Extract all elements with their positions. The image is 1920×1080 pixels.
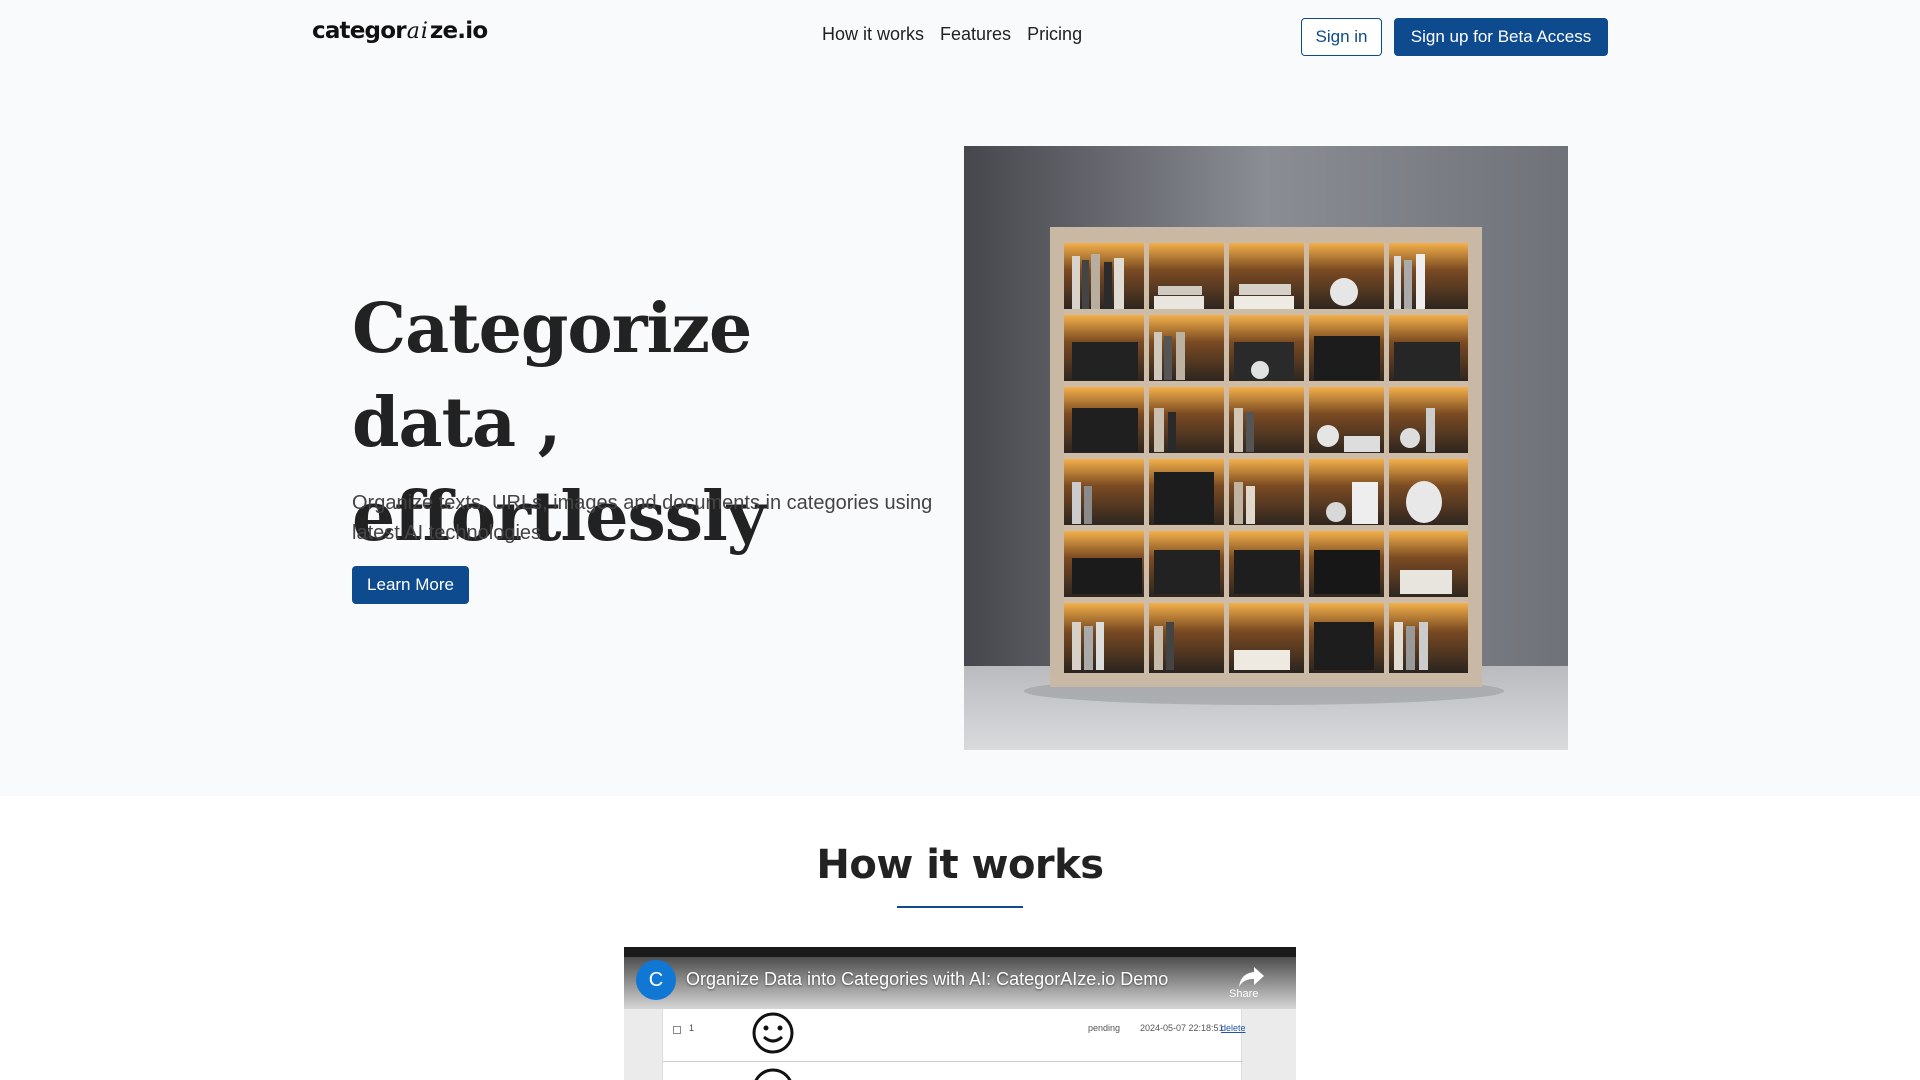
video-title[interactable]: Organize Data into Categories with AI: C… (686, 969, 1168, 990)
channel-avatar[interactable]: C (636, 960, 676, 1000)
bookshelf-image (964, 146, 1568, 750)
title-underline (897, 906, 1023, 908)
hero-subtitle: Organize texts, URLs, images and documen… (352, 492, 933, 544)
row-delete-link: delete (1221, 1023, 1246, 1033)
row-divider (663, 1061, 1243, 1062)
logo-prefix: categor (312, 18, 407, 44)
main-nav: How it works Features Pricing (822, 24, 1082, 45)
bookshelf-illustration (964, 146, 1568, 750)
smiley-icon (752, 1012, 794, 1054)
logo-suffix: ze.io (429, 18, 488, 44)
row-date: 2024-05-07 22:18:51 (1140, 1023, 1224, 1033)
share-label: Share (1229, 988, 1259, 1000)
smiley-icon (754, 1068, 792, 1080)
video-screen-content: 1 pending 2024-05-07 22:18:51 delete (662, 1009, 1246, 1080)
site-header: categor ai ze.io How it works Features Pri… (0, 0, 1920, 74)
sign-in-button[interactable]: Sign in (1301, 18, 1382, 56)
video-topbar (624, 947, 1296, 957)
demo-video[interactable]: 1 pending 2024-05-07 22:18:51 delete C O… (624, 947, 1296, 1080)
row-status: pending (1088, 1023, 1121, 1033)
nav-pricing[interactable]: Pricing (1027, 24, 1082, 45)
hero-section: Categorize data , effortlessly Organize … (0, 74, 1920, 796)
nav-how-it-works[interactable]: How it works (822, 24, 924, 45)
row-checkbox (673, 1026, 681, 1034)
nav-features[interactable]: Features (940, 24, 1011, 45)
logo[interactable]: categor ai ze.io (312, 18, 488, 48)
how-it-works-title: How it works (816, 842, 1104, 888)
row-number: 1 (689, 1023, 695, 1033)
logo-ai: ai (406, 19, 429, 44)
learn-more-button[interactable]: Learn More (352, 566, 469, 604)
sign-up-button[interactable]: Sign up for Beta Access (1394, 18, 1608, 56)
